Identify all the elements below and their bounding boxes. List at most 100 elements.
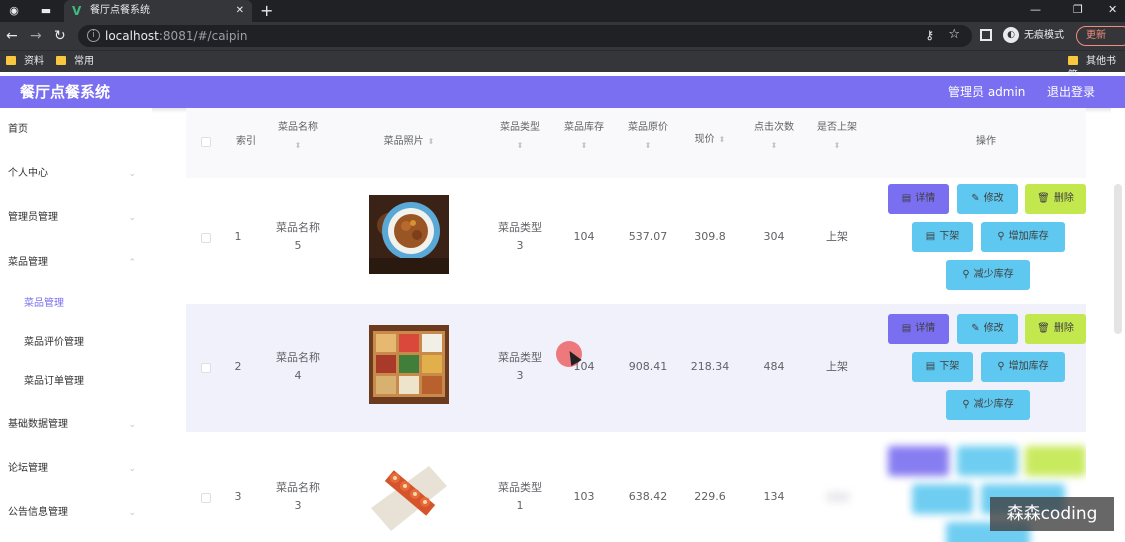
- dish-photo: [369, 325, 449, 404]
- detail-button[interactable]: [888, 446, 949, 476]
- sort-icon[interactable]: ⬍: [742, 141, 806, 151]
- close-tab-icon[interactable]: ✕: [236, 4, 244, 18]
- location-pin-icon: ⚲: [962, 399, 970, 410]
- sort-icon[interactable]: ⬍: [488, 141, 552, 151]
- sidebar-item-label: 首页: [8, 124, 28, 135]
- url-field[interactable]: i localhost:8081/#/caipin ⚷ ☆: [78, 25, 972, 47]
- minimize-icon[interactable]: —: [1030, 2, 1041, 18]
- location-pin-icon: ⚲: [997, 231, 1005, 242]
- row-checkbox[interactable]: [201, 233, 211, 243]
- bookmark-star-icon[interactable]: ☆: [948, 27, 960, 42]
- delete-button[interactable]: 🗑 删除: [1025, 314, 1086, 344]
- add-stock-button[interactable]: ⚲ 增加库存: [981, 352, 1065, 382]
- edit-button[interactable]: [957, 446, 1018, 476]
- sidebar-item-label: 个人中心: [8, 168, 48, 179]
- location-pin-icon: ⚲: [997, 361, 1005, 372]
- sort-icon[interactable]: ⬍: [266, 141, 330, 151]
- sort-icon[interactable]: ⬍: [552, 141, 616, 151]
- header-type[interactable]: 菜品类型 ⬍: [488, 121, 552, 151]
- header-stock[interactable]: 菜品库存 ⬍: [552, 121, 616, 151]
- header-price[interactable]: 现价 ⬍: [680, 133, 740, 147]
- header-name[interactable]: 菜品名称 ⬍: [266, 121, 330, 151]
- incognito-icon[interactable]: ◐: [1003, 27, 1019, 43]
- detail-button-label: 详情: [915, 323, 936, 334]
- header-onsale[interactable]: 是否上架 ⬍: [806, 121, 868, 151]
- sidebar-item-home[interactable]: 首页: [0, 115, 152, 145]
- logout-link[interactable]: 退出登录: [1047, 84, 1095, 100]
- side-panel-icon[interactable]: [980, 29, 992, 41]
- scrollbar-thumb[interactable]: [1114, 184, 1122, 334]
- reduce-stock-button[interactable]: ⚲ 减少库存: [946, 390, 1030, 420]
- sort-icon[interactable]: ⬍: [719, 135, 726, 144]
- select-all-checkbox[interactable]: [201, 137, 211, 147]
- header-orig-price[interactable]: 菜品原价 ⬍: [616, 121, 680, 151]
- header-orig-price-label: 菜品原价: [628, 122, 668, 133]
- window-icon[interactable]: ▬: [38, 3, 54, 19]
- reload-icon[interactable]: ↻: [54, 27, 66, 45]
- row-checkbox[interactable]: [201, 493, 211, 503]
- delete-button[interactable]: 🗑 删除: [1025, 184, 1086, 214]
- sort-icon[interactable]: ⬍: [616, 141, 680, 151]
- vue-logo-icon: V: [72, 4, 82, 18]
- header-photo[interactable]: 菜品照片 ⬍: [359, 135, 459, 149]
- sidebar-item-forum[interactable]: 论坛管理 ⌄: [0, 454, 152, 484]
- document-icon: ▤: [901, 323, 912, 334]
- app-header: 餐厅点餐系统 管理员 admin 退出登录: [0, 76, 1125, 108]
- sidebar-item-label: 公告信息管理: [8, 507, 68, 518]
- sidebar-item-notices[interactable]: 公告信息管理 ⌄: [0, 498, 152, 528]
- add-stock-button[interactable]: ⚲ 增加库存: [981, 222, 1065, 252]
- sidebar-subitem-dish-management[interactable]: 菜品管理: [0, 289, 152, 319]
- update-button[interactable]: 更新: [1076, 26, 1125, 46]
- off-shelf-button[interactable]: ▤ 下架: [912, 222, 973, 252]
- cell-index: 1: [234, 230, 242, 243]
- url-path: :8081/#/caipin: [158, 29, 248, 43]
- sidebar-subitem-dish-orders[interactable]: 菜品订单管理: [0, 367, 152, 397]
- edit-button[interactable]: ✎ 修改: [957, 184, 1018, 214]
- globe-icon[interactable]: ◉: [6, 3, 22, 19]
- sidebar-item-label: 菜品管理: [24, 298, 64, 309]
- pencil-icon: ✎: [971, 323, 980, 334]
- cell-index: 2: [234, 360, 242, 373]
- sidebar-item-dish-management[interactable]: 菜品管理 ⌃: [0, 248, 152, 278]
- new-tab-button[interactable]: +: [260, 1, 273, 21]
- cell-orig-price: 638.42: [628, 490, 668, 503]
- cell-type: 菜品类型 3: [488, 219, 552, 255]
- key-icon[interactable]: ⚷: [925, 28, 934, 42]
- maximize-icon[interactable]: ❐: [1073, 2, 1083, 18]
- sidebar-item-base-data[interactable]: 基础数据管理 ⌄: [0, 410, 152, 440]
- browser-tab[interactable]: V 餐厅点餐系统 ✕: [64, 0, 252, 22]
- back-icon[interactable]: ←: [6, 27, 18, 45]
- sidebar-subitem-dish-review[interactable]: 菜品评价管理: [0, 328, 152, 358]
- sort-icon[interactable]: ⬍: [428, 137, 435, 146]
- bookmark-folder-2[interactable]: 常用: [56, 55, 94, 69]
- cell-onsale: 上架: [826, 230, 848, 243]
- row-checkbox[interactable]: [201, 363, 211, 373]
- window-close-icon[interactable]: ✕: [1108, 2, 1117, 18]
- off-shelf-button[interactable]: ▤ 下架: [912, 352, 973, 382]
- header-index: 索引: [236, 136, 256, 147]
- folder-icon: [1068, 56, 1078, 65]
- delete-button[interactable]: [1025, 446, 1086, 476]
- cell-stock: 103: [573, 490, 595, 503]
- vertical-scrollbar[interactable]: [1111, 108, 1125, 542]
- detail-button[interactable]: ▤ 详情: [888, 184, 949, 214]
- header-clicks[interactable]: 点击次数 ⬍: [742, 121, 806, 151]
- off-shelf-button[interactable]: [912, 484, 973, 514]
- bookmark-folder-1[interactable]: 资料: [6, 55, 44, 69]
- edit-button[interactable]: ✎ 修改: [957, 314, 1018, 344]
- cell-price: 218.34: [690, 360, 730, 373]
- chevron-up-icon: ⌃: [128, 258, 136, 268]
- cell-clicks: 134: [763, 490, 785, 503]
- reduce-stock-button[interactable]: ⚲ 减少库存: [946, 260, 1030, 290]
- edit-button-label: 修改: [983, 193, 1004, 204]
- reduce-stock-button-label: 减少库存: [973, 269, 1014, 280]
- site-info-icon[interactable]: i: [87, 29, 100, 42]
- sort-icon[interactable]: ⬍: [806, 141, 868, 151]
- forward-icon[interactable]: →: [30, 27, 42, 45]
- delete-button-label: 删除: [1053, 193, 1074, 204]
- sidebar-item-label: 论坛管理: [8, 463, 48, 474]
- sidebar-item-personal-center[interactable]: 个人中心 ⌄: [0, 159, 152, 189]
- sidebar-item-admin-management[interactable]: 管理员管理 ⌄: [0, 203, 152, 233]
- detail-button[interactable]: ▤ 详情: [888, 314, 949, 344]
- cell-clicks: 304: [763, 230, 785, 243]
